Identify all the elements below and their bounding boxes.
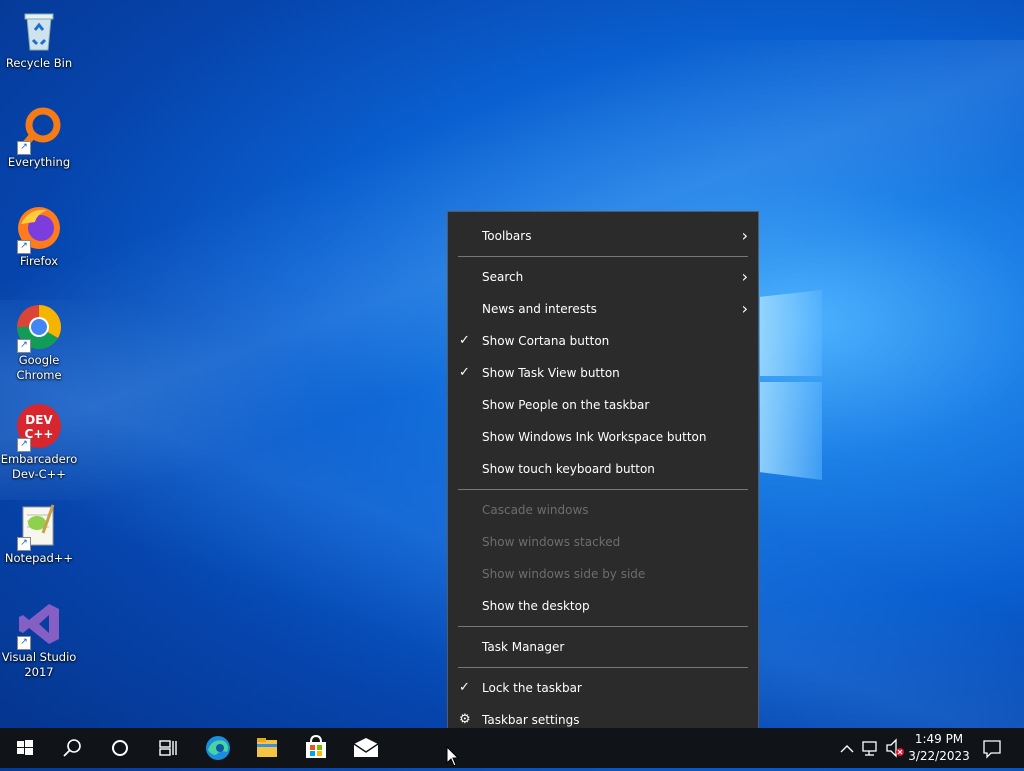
menu-item-show-the-desktop[interactable]: Show the desktop xyxy=(448,590,758,622)
shortcut-arrow-icon: ↗ xyxy=(17,636,31,650)
desktop-icon-label: Google Chrome xyxy=(16,353,62,382)
mouse-cursor-icon xyxy=(446,745,460,771)
menu-separator xyxy=(458,256,748,257)
menu-item-label: Show Windows Ink Workspace button xyxy=(482,430,707,444)
checkmark-icon: ✓ xyxy=(459,680,470,695)
volume-button[interactable] xyxy=(884,728,906,768)
desktop-icon-label: Recycle Bin xyxy=(5,56,73,70)
volume-muted-icon xyxy=(886,738,904,758)
checkmark-icon: ✓ xyxy=(459,365,470,380)
menu-separator xyxy=(458,489,748,490)
store-button[interactable] xyxy=(292,728,340,768)
desktop-icon-google-chrome[interactable]: ↗ Google Chrome xyxy=(0,297,78,383)
store-icon xyxy=(306,734,326,758)
menu-item-show-windows-stacked: Show windows stacked xyxy=(448,526,758,558)
chevron-up-icon xyxy=(840,745,854,753)
show-hidden-icons-button[interactable] xyxy=(838,728,856,768)
wallpaper-windows-logo xyxy=(760,290,822,480)
file-explorer-button[interactable] xyxy=(243,728,291,768)
menu-item-task-manager[interactable]: Task Manager xyxy=(448,631,758,663)
checkmark-icon: ✓ xyxy=(459,333,470,348)
menu-item-show-people[interactable]: Show People on the taskbar xyxy=(448,389,758,421)
devcpp-icon: DEV C++ ↗ xyxy=(15,402,63,452)
svg-text:DEV: DEV xyxy=(25,413,53,427)
shortcut-arrow-icon: ↗ xyxy=(17,438,31,452)
firefox-icon: ↗ xyxy=(15,204,63,254)
menu-item-cascade-windows: Cascade windows xyxy=(448,494,758,526)
desktop-icon-dev-cpp[interactable]: DEV C++ ↗ Embarcadero Dev-C++ xyxy=(0,396,78,482)
chrome-icon: ↗ xyxy=(15,303,63,353)
search-icon xyxy=(63,739,81,757)
desktop-icon-everything[interactable]: ↗ Everything xyxy=(0,99,78,170)
taskbar-context-menu: Toolbars › Search › News and interests ›… xyxy=(447,211,759,744)
cortana-button[interactable] xyxy=(96,728,144,768)
menu-item-label: Show the desktop xyxy=(482,599,590,613)
desktop-icon-label: Visual Studio 2017 xyxy=(1,650,77,679)
desktop-icon-label: Embarcadero Dev-C++ xyxy=(0,452,78,481)
clock-date: 3/22/2023 xyxy=(908,749,970,763)
network-button[interactable] xyxy=(860,728,882,768)
menu-item-label: Cascade windows xyxy=(482,503,589,517)
menu-item-show-cortana-button[interactable]: ✓ Show Cortana button xyxy=(448,325,758,357)
menu-item-label: Show People on the taskbar xyxy=(482,398,650,412)
menu-item-show-windows-ink[interactable]: Show Windows Ink Workspace button xyxy=(448,421,758,453)
recycle-bin-icon xyxy=(15,6,63,54)
menu-item-label: Show windows side by side xyxy=(482,567,646,581)
network-icon xyxy=(862,741,877,756)
chevron-right-icon: › xyxy=(741,299,748,318)
chevron-right-icon: › xyxy=(741,267,748,286)
menu-item-show-touch-keyboard[interactable]: Show touch keyboard button xyxy=(448,453,758,485)
menu-item-label: Lock the taskbar xyxy=(482,681,582,695)
menu-item-label: News and interests xyxy=(482,302,597,316)
search-button[interactable] xyxy=(48,728,96,768)
everything-search-icon: ↗ xyxy=(15,105,63,155)
menu-item-lock-the-taskbar[interactable]: ✓ Lock the taskbar xyxy=(448,672,758,704)
clock-time: 1:49 PM xyxy=(914,732,964,746)
edge-button[interactable] xyxy=(194,728,242,768)
task-view-icon xyxy=(159,740,177,756)
visual-studio-icon: ↗ xyxy=(15,600,63,650)
system-clock[interactable]: 1:49 PM 3/22/2023 xyxy=(904,731,974,765)
notepadpp-icon: ↗ xyxy=(15,501,63,551)
desktop-icon-visual-studio[interactable]: ↗ Visual Studio 2017 xyxy=(0,594,78,680)
menu-item-news-and-interests[interactable]: News and interests › xyxy=(448,293,758,325)
shortcut-arrow-icon: ↗ xyxy=(17,537,31,551)
menu-item-show-windows-side-by-side: Show windows side by side xyxy=(448,558,758,590)
desktop-icon-label: Everything xyxy=(7,155,71,169)
desktop-icon-label: Notepad++ xyxy=(4,551,74,565)
menu-separator xyxy=(458,626,748,627)
menu-item-show-task-view-button[interactable]: ✓ Show Task View button xyxy=(448,357,758,389)
taskbar: 1:49 PM 3/22/2023 xyxy=(0,728,1024,768)
menu-item-label: Task Manager xyxy=(482,640,565,654)
start-button[interactable] xyxy=(0,728,48,768)
desktop-icon-recycle-bin[interactable]: Recycle Bin xyxy=(0,0,78,71)
menu-item-label: Show touch keyboard button xyxy=(482,462,655,476)
menu-separator xyxy=(458,667,748,668)
desktop-icon-notepadpp[interactable]: ↗ Notepad++ xyxy=(0,495,78,566)
mail-button[interactable] xyxy=(342,728,390,768)
menu-item-label: Show Task View button xyxy=(482,366,620,380)
menu-item-label: Show windows stacked xyxy=(482,535,621,549)
task-view-button[interactable] xyxy=(144,728,192,768)
desktop-icon-label: Firefox xyxy=(19,254,59,268)
menu-item-toolbars[interactable]: Toolbars › xyxy=(448,220,758,252)
shortcut-arrow-icon: ↗ xyxy=(17,339,31,353)
shortcut-arrow-icon: ↗ xyxy=(17,141,31,155)
cortana-circle-icon xyxy=(112,740,128,756)
menu-item-label: Show Cortana button xyxy=(482,334,610,348)
action-center-icon xyxy=(983,740,1001,759)
chevron-right-icon: › xyxy=(741,226,748,245)
menu-item-label: Toolbars xyxy=(482,229,532,243)
folder-icon xyxy=(257,738,277,757)
mail-icon xyxy=(353,738,379,757)
desktop-icon-firefox[interactable]: ↗ Firefox xyxy=(0,198,78,269)
shortcut-arrow-icon: ↗ xyxy=(17,240,31,254)
menu-item-search[interactable]: Search › xyxy=(448,261,758,293)
action-center-button[interactable] xyxy=(978,728,1006,768)
edge-icon xyxy=(206,736,230,760)
windows-logo-icon xyxy=(17,740,33,755)
menu-item-label: Search xyxy=(482,270,524,284)
